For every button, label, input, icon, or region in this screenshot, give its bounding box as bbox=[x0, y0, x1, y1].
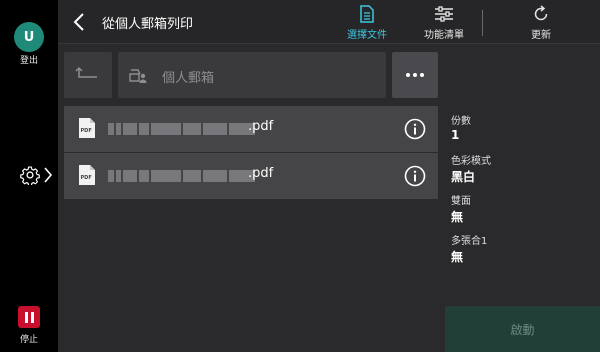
pdf-file-icon: PDF bbox=[79, 118, 95, 138]
n-up-value: 無 bbox=[451, 250, 464, 264]
user-initial: U bbox=[23, 29, 35, 45]
more-options-button[interactable] bbox=[392, 52, 438, 98]
logout-label[interactable]: 登出 bbox=[0, 53, 58, 66]
copies-value: 1 bbox=[451, 128, 460, 142]
sliders-icon bbox=[435, 6, 453, 22]
file-list-item[interactable]: PDF .pdf bbox=[64, 153, 438, 199]
pause-icon-bar bbox=[24, 311, 28, 323]
mailbox-path-field[interactable]: 個人郵箱 bbox=[118, 52, 386, 98]
file-extension: .pdf bbox=[248, 166, 274, 181]
duplex-value: 無 bbox=[451, 210, 464, 224]
color-mode-value: 黑白 bbox=[451, 170, 476, 184]
pause-icon-bar bbox=[30, 311, 34, 323]
back-arrow-icon[interactable] bbox=[68, 10, 92, 34]
color-mode-label: 色彩模式 bbox=[451, 156, 491, 167]
mailbox-user-icon bbox=[129, 69, 147, 83]
tab-select-document[interactable]: 選擇文件 bbox=[342, 5, 392, 43]
pdf-icon-text: PDF bbox=[81, 175, 92, 181]
page-title: 從個人郵箱列印 bbox=[102, 17, 194, 32]
start-button[interactable]: 啟動 bbox=[445, 306, 600, 352]
pdf-icon-text: PDF bbox=[81, 128, 92, 134]
document-icon bbox=[360, 5, 374, 23]
header-bar: 從個人郵箱列印 選擇文件 功能清單 更新 bbox=[58, 0, 600, 44]
info-icon[interactable] bbox=[404, 118, 426, 140]
stop-label: 停止 bbox=[19, 335, 38, 345]
main-panel: 從個人郵箱列印 選擇文件 功能清單 更新 個人郵箱 PDF .pdf PDF .… bbox=[58, 0, 600, 352]
tab-function-list[interactable]: 功能清單 bbox=[416, 5, 472, 43]
file-list-item[interactable]: PDF .pdf bbox=[64, 106, 438, 152]
redacted-filename bbox=[108, 170, 255, 182]
n-up-label: 多張合1 bbox=[451, 236, 488, 247]
tab-function-list-label: 功能清單 bbox=[424, 30, 464, 41]
refresh-icon bbox=[534, 5, 548, 21]
header-divider bbox=[482, 10, 483, 36]
up-level-icon bbox=[75, 66, 97, 78]
chevron-right-icon[interactable] bbox=[43, 166, 53, 184]
refresh-button[interactable]: 更新 bbox=[520, 5, 562, 43]
redacted-filename bbox=[108, 123, 255, 135]
settings-summary-panel[interactable]: 份數 1 色彩模式 黑白 雙面 無 多張合1 無 bbox=[445, 44, 600, 306]
tab-select-document-label: 選擇文件 bbox=[347, 30, 387, 41]
refresh-label: 更新 bbox=[531, 30, 551, 41]
stop-button[interactable] bbox=[18, 306, 40, 328]
more-dot bbox=[406, 73, 410, 77]
copies-label: 份數 bbox=[451, 116, 471, 127]
more-dot bbox=[413, 73, 417, 77]
left-rail: U 登出 停止 bbox=[0, 0, 58, 352]
user-avatar-button[interactable]: U bbox=[14, 22, 44, 52]
gear-icon[interactable] bbox=[20, 165, 40, 185]
info-icon[interactable] bbox=[404, 165, 426, 187]
pdf-file-icon: PDF bbox=[79, 165, 95, 185]
duplex-label: 雙面 bbox=[451, 196, 471, 207]
path-label: 個人郵箱 bbox=[162, 71, 215, 86]
up-folder-button[interactable] bbox=[64, 52, 112, 98]
file-extension: .pdf bbox=[248, 119, 274, 134]
start-button-label: 啟動 bbox=[510, 322, 535, 337]
more-dot bbox=[420, 73, 424, 77]
